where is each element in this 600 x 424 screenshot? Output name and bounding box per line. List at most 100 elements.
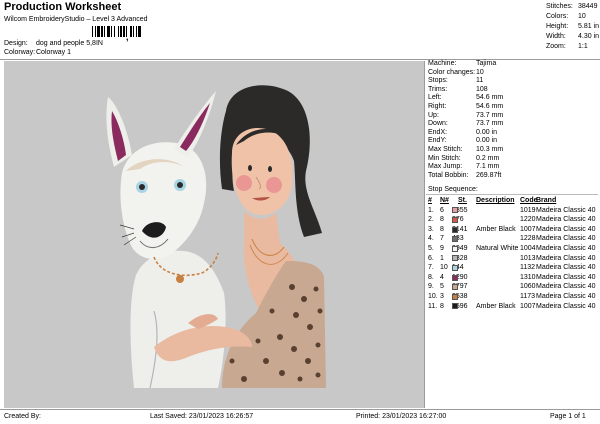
sequence-row: 9. 5 3797 1060 Madeira Classic 40 [428, 282, 598, 292]
sequence-num: 1. [428, 206, 434, 214]
sequence-n: 8 [440, 225, 444, 233]
machine-info-value: 0.00 in [476, 128, 498, 136]
sequence-row: 10. 3 2538 1173 Madeira Classic 40 [428, 292, 598, 302]
sequence-row: 4.74331228Madeira Classic 40 [428, 234, 598, 244]
sequence-num: 5. [428, 244, 434, 252]
machine-info-value: 11 [476, 77, 484, 85]
barcode-bar [111, 26, 112, 37]
created-by: Created By: [4, 413, 41, 420]
machine-info-label: Max Stitch: [428, 145, 463, 153]
sequence-column-header: # [428, 197, 432, 204]
stop-sequence-divider [426, 194, 598, 195]
sequence-n: 4 [440, 273, 444, 281]
sequence-code: 1007 [520, 225, 536, 233]
sequence-brand: Madeira Classic 40 [536, 292, 596, 300]
machine-info-label: Stops: [428, 77, 448, 85]
barcode-bar [118, 26, 119, 37]
machine-info-row: Color changes:10 [428, 69, 503, 78]
sequence-brand: Madeira Classic 40 [536, 225, 596, 233]
sequence-row: 1. 6 8855 1019 Madeira Classic 40 [428, 206, 598, 216]
sequence-code: 1007 [520, 302, 536, 310]
sequence-brand: Madeira Classic 40 [536, 244, 596, 252]
sequence-num: 11. [428, 302, 438, 310]
sequence-code: 1228 [520, 235, 536, 243]
thread-color-swatch [452, 255, 458, 262]
colorway-value: Colorway 1 [36, 49, 72, 56]
sequence-brand: Madeira Classic 40 [536, 216, 596, 224]
thread-color-swatch [452, 236, 458, 243]
machine-info-row: Right: 54.6 mm [428, 103, 503, 112]
machine-info-value: 10.3 mm [476, 145, 504, 153]
stat-width: Width: 4.30 in [546, 33, 600, 40]
sequence-n: 7 [440, 235, 444, 243]
sequence-n: 10 [440, 264, 448, 272]
software-subtitle: Wilcom EmbroideryStudio – Level 3 Advanc… [4, 16, 148, 23]
sequence-code: 1132 [520, 264, 536, 272]
machine-info: Machine: Tajima Color changes:10 Stops: 11 Tr… [428, 60, 503, 180]
sequence-code: 1004 [520, 244, 536, 252]
machine-info-row: Down: 73.7 mm [428, 120, 503, 129]
colorway-row: Colorway:Colorway 1 [4, 49, 71, 56]
sequence-num: 9. [428, 283, 434, 291]
sequence-num: 2. [428, 216, 434, 224]
thread-color-swatch [452, 303, 458, 310]
sequence-column-header: St. [458, 197, 467, 204]
sequence-row: 7.101441132Madeira Classic 40 [428, 263, 598, 273]
machine-info-value: 73.7 mm [476, 120, 504, 128]
machine-info-value: Tajima [476, 60, 497, 67]
sequence-num: 6. [428, 254, 434, 262]
machine-info-row: Up: 73.7 mm [428, 112, 503, 121]
machine-info-row: Machine: Tajima [428, 60, 503, 69]
machine-info-label: Machine: [428, 60, 457, 67]
stat-height: Height: 5.81 in [546, 23, 600, 30]
barcode-mark: , [126, 32, 129, 42]
design-value: dog and people 5,8IN [36, 40, 103, 47]
machine-info-row: Stops: 11 [428, 77, 503, 86]
barcode-bar [138, 26, 141, 37]
stop-sequence-title: Stop Sequence: [428, 186, 478, 193]
machine-info-value: 10 [476, 68, 484, 76]
barcode-bar [133, 26, 134, 37]
sequence-brand: Madeira Classic 40 [536, 235, 596, 243]
barcode-bar [92, 26, 93, 37]
sequence-row: 3. 8 2141 Amber Black 1007 Madeira Classic 40 [428, 225, 598, 235]
machine-info-row: EndX: 0.00 in [428, 129, 503, 138]
sequence-num: 4. [428, 235, 434, 243]
sequence-row: 2.83761220Madeira Classic 40 [428, 215, 598, 225]
sequence-code: 1019 [520, 206, 536, 214]
thread-color-swatch [452, 264, 458, 271]
barcode-bar [130, 26, 132, 37]
sequence-row: 11. 8 7596 Amber Black 1007 Madeira Classic 4… [428, 302, 598, 312]
barcode-bar [97, 26, 100, 37]
footer-divider [0, 409, 600, 410]
header-divider [0, 59, 600, 60]
machine-info-row: Max Jump: 7.1 mm [428, 163, 503, 172]
sequence-n: 1 [440, 254, 444, 262]
barcode-bar [136, 26, 137, 37]
machine-info-label: Color changes: [428, 68, 476, 76]
sequence-brand: Madeira Classic 40 [536, 302, 596, 310]
barcode-bar [123, 26, 125, 37]
sequence-row: 5. 9 9949 Natural White 1004 Madeira Classic … [428, 244, 598, 254]
page-number: Page 1 of 1 [550, 413, 586, 420]
sequence-num: 10. [428, 292, 438, 300]
machine-info-row: Max Stitch: 10.3 mm [428, 146, 503, 155]
stop-sequence-table: # N# St. Description Code Brand 1. 6 8855 1019 Mad… [428, 196, 598, 311]
sequence-desc: Amber Black [476, 302, 516, 310]
machine-info-value: 7.1 mm [476, 163, 500, 171]
machine-info-label: Down: [428, 120, 448, 128]
barcode-bar [107, 26, 110, 37]
sequence-row: 8. 4 1290 1310 Madeira Classic 40 [428, 273, 598, 283]
stats-panel: Stitches: 38449 Colors: 10 Height: 5.81 in … [546, 2, 599, 52]
sequence-column-header: Code [520, 197, 538, 204]
sequence-num: 7. [428, 264, 434, 272]
machine-info-label: Left: [428, 94, 442, 102]
sequence-code: 1173 [520, 292, 536, 300]
machine-info-label: Trims: [428, 85, 448, 93]
thread-color-swatch [452, 274, 458, 281]
thread-color-swatch [452, 216, 458, 223]
machine-info-value: 0.2 mm [476, 154, 500, 162]
sequence-brand: Madeira Classic 40 [536, 273, 596, 281]
stat-colors: Colors: 10 [546, 13, 586, 20]
sequence-desc: Natural White [476, 244, 519, 252]
